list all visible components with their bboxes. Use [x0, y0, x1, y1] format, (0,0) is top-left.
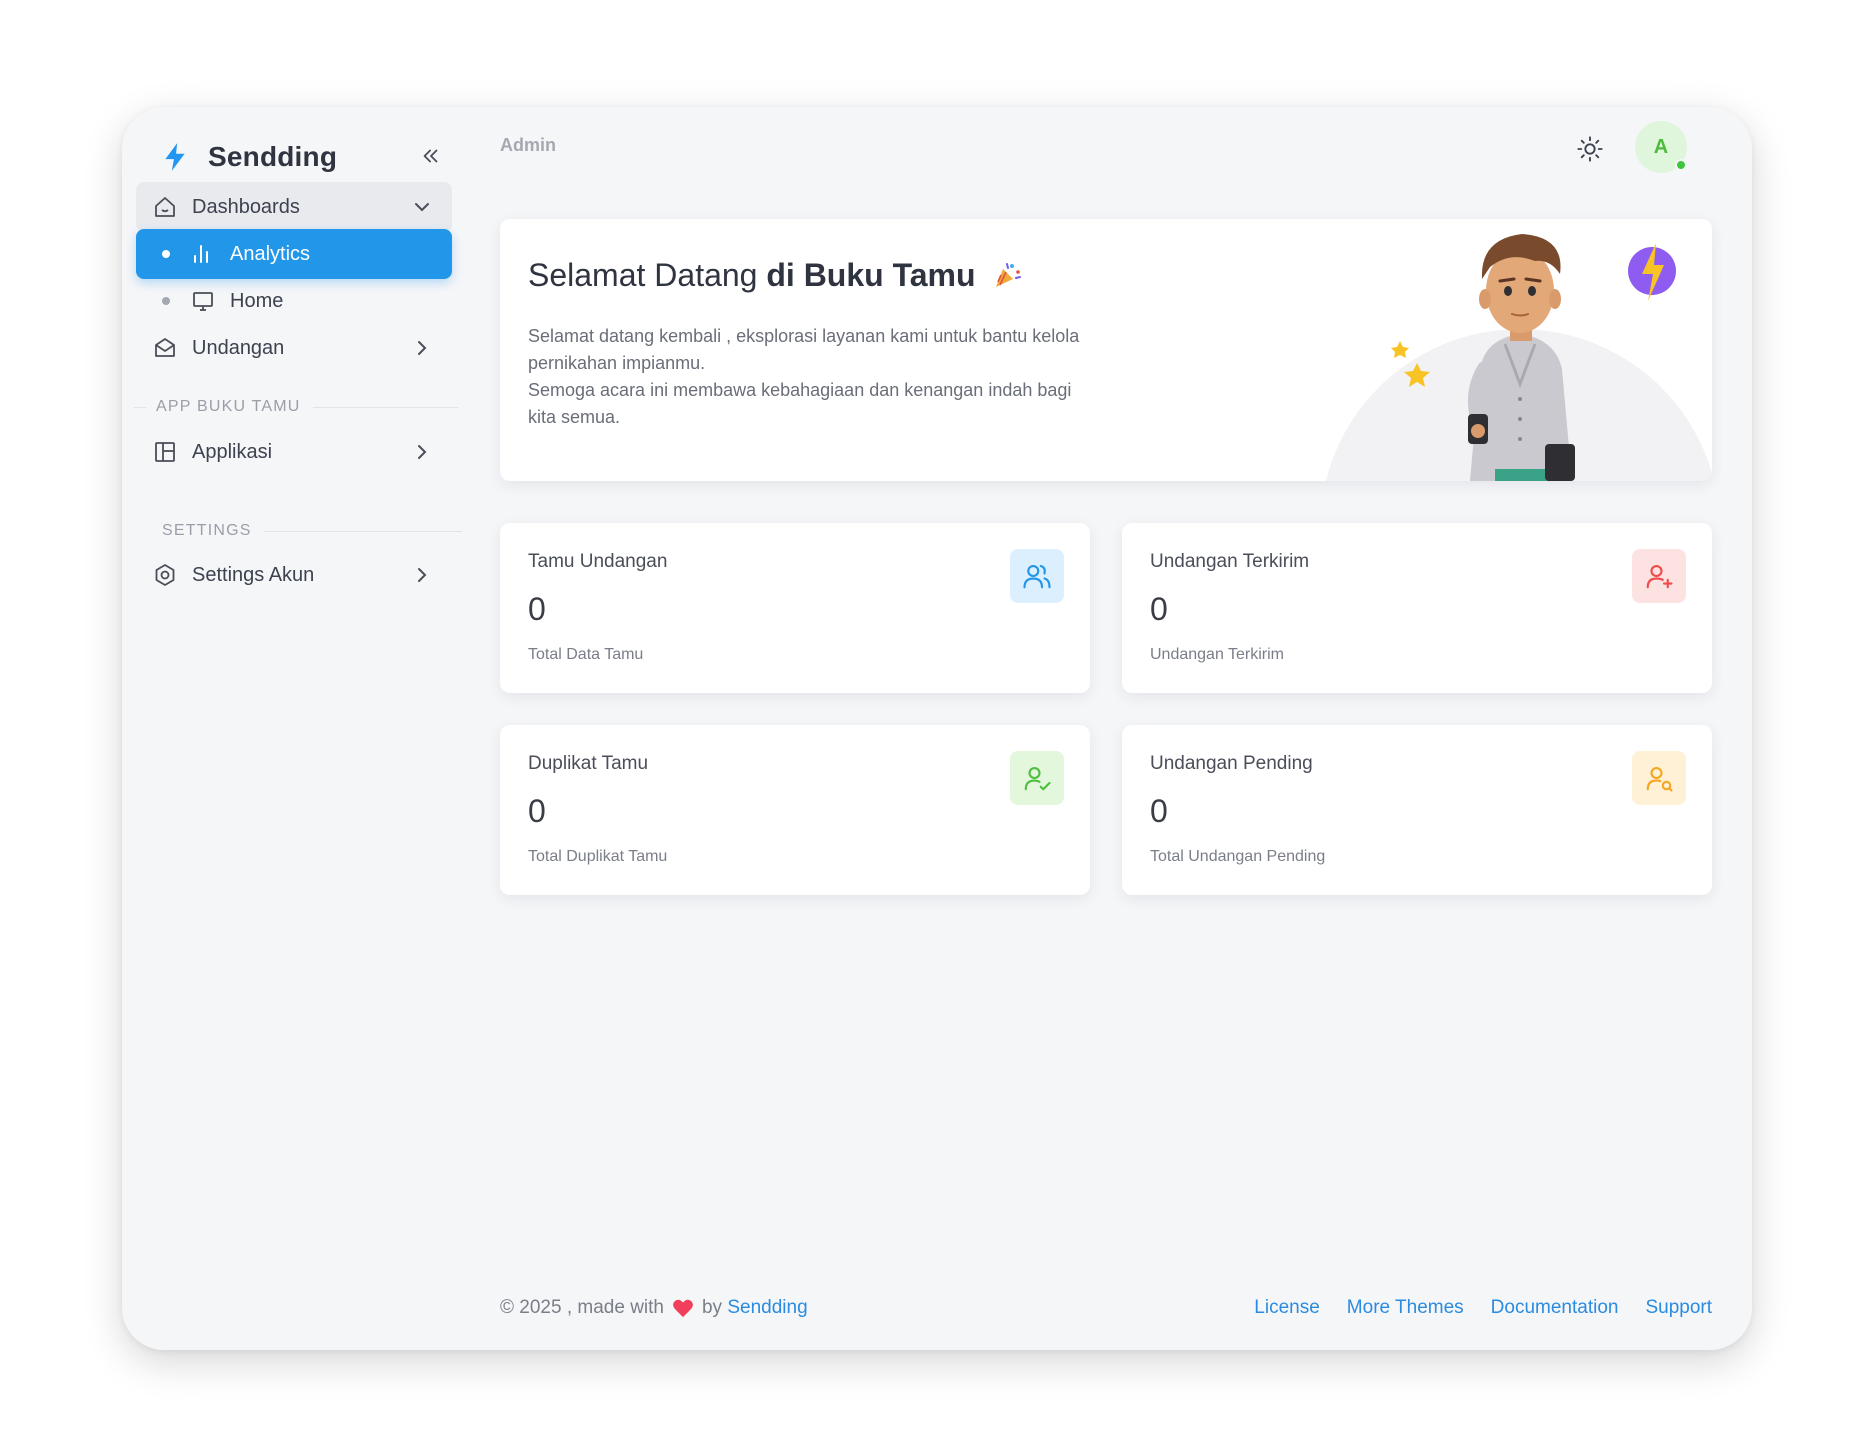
- chevrons-left-icon: [423, 149, 438, 163]
- stat-label: Undangan Pending: [1150, 753, 1313, 774]
- chevron-right-icon: [418, 341, 427, 355]
- brand-name: Sendding: [208, 141, 338, 172]
- stat-subtext: Total Undangan Pending: [1150, 848, 1326, 865]
- stat-value: 0: [1150, 793, 1168, 829]
- footer-link-documentation[interactable]: Documentation: [1491, 1297, 1619, 1319]
- welcome-text: Selamat datang kembali , eksplorasi laya…: [528, 323, 1088, 431]
- welcome-card: Selamat Datang di Buku Tamu Selamat data…: [500, 219, 1712, 481]
- chart-bars-icon: [190, 241, 216, 267]
- footer-by: by: [701, 1297, 723, 1318]
- welcome-title-bold: di Buku Tamu: [766, 257, 976, 293]
- settings-icon: [152, 562, 178, 588]
- character-illustration: [1325, 234, 1712, 481]
- nav-settings-label: Settings Akun: [192, 563, 315, 586]
- stat-value: 0: [528, 793, 546, 829]
- chevron-right-icon: [418, 445, 427, 459]
- stat-value: 0: [1150, 591, 1168, 627]
- stat-label: Duplikat Tamu: [528, 753, 649, 774]
- nav-home[interactable]: Home: [136, 276, 452, 326]
- chevron-down-icon: [415, 203, 429, 212]
- stat-card-duplikat-tamu: Duplikat Tamu 0 Total Duplikat Tamu: [500, 725, 1090, 895]
- stat-label: Tamu Undangan: [528, 551, 668, 572]
- stat-value: 0: [528, 591, 546, 627]
- nav-home-label: Home: [230, 289, 284, 312]
- user-search-icon: [1632, 751, 1686, 805]
- mail-open-icon: [152, 335, 178, 361]
- nav-dashboards-label: Dashboards: [192, 195, 300, 218]
- section-label-settings-text: SETTINGS: [162, 522, 252, 539]
- footer-link-license[interactable]: License: [1254, 1297, 1320, 1319]
- theme-toggle-button[interactable]: [1570, 129, 1610, 169]
- bullet-dot: [162, 297, 170, 305]
- monitor-icon: [190, 288, 216, 314]
- sun-icon: [1577, 136, 1603, 162]
- bolt-icon: [165, 143, 185, 171]
- nav-analytics[interactable]: Analytics: [136, 229, 452, 279]
- stat-subtext: Undangan Terkirim: [1150, 646, 1284, 663]
- divider: [312, 406, 458, 408]
- welcome-text-line2: Semoga acara ini membawa kebahagiaan dan…: [528, 380, 1072, 427]
- bullet-dot: [162, 250, 170, 258]
- footer: © 2025 , made with by Sendding License M…: [500, 1297, 1712, 1319]
- sidebar: Sendding Dashboards Analytics Home Undan…: [122, 107, 462, 1350]
- welcome-text-line1: Selamat datang kembali , eksplorasi laya…: [528, 326, 1080, 373]
- stat-card-undangan-terkirim: Undangan Terkirim 0 Undangan Terkirim: [1122, 523, 1712, 693]
- welcome-title: Selamat Datang di Buku Tamu: [528, 257, 1022, 294]
- user-plus-icon: [1632, 549, 1686, 603]
- stat-label: Undangan Terkirim: [1150, 551, 1310, 572]
- page-title: Admin: [500, 135, 556, 155]
- divider: [263, 530, 462, 532]
- collapse-sidebar-button[interactable]: [412, 137, 450, 175]
- nav-undangan[interactable]: Undangan: [136, 323, 452, 373]
- welcome-title-prefix: Selamat Datang: [528, 257, 767, 293]
- party-popper-icon: [996, 263, 1022, 287]
- nav-aplikasi-label: Applikasi: [192, 440, 273, 463]
- brand[interactable]: Sendding: [162, 127, 337, 187]
- app-window: Sendding Dashboards Analytics Home Undan…: [122, 107, 1752, 1350]
- section-label-app-text: APP BUKU TAMU: [156, 398, 301, 415]
- layout-icon: [152, 439, 178, 465]
- footer-link-more-themes[interactable]: More Themes: [1347, 1297, 1464, 1319]
- avatar-initial: A: [1653, 135, 1669, 158]
- nav-analytics-label: Analytics: [230, 242, 311, 265]
- nav-aplikasi[interactable]: Applikasi: [136, 427, 452, 477]
- stat-subtext: Total Data Tamu: [528, 646, 644, 663]
- footer-copyright: © 2025 , made with: [500, 1297, 664, 1318]
- nav-settings-akun[interactable]: Settings Akun: [136, 550, 452, 600]
- section-label-settings: SETTINGS: [162, 522, 462, 540]
- stat-card-tamu-undangan: Tamu Undangan 0 Total Data Tamu: [500, 523, 1090, 693]
- avatar[interactable]: A: [1635, 121, 1687, 173]
- nav-undangan-label: Undangan: [192, 336, 285, 359]
- nav-dashboards[interactable]: Dashboards: [136, 182, 452, 232]
- chevron-right-icon: [418, 568, 427, 582]
- users-icon: [1010, 549, 1064, 603]
- online-status-dot: [1675, 159, 1687, 171]
- section-label-app: APP BUKU TAMU: [134, 398, 458, 416]
- stat-card-undangan-pending: Undangan Pending 0 Total Undangan Pendin…: [1122, 725, 1712, 895]
- heart-icon: [673, 1299, 693, 1318]
- footer-link-support[interactable]: Support: [1645, 1297, 1712, 1319]
- home-smile-icon: [152, 194, 178, 220]
- divider: [134, 406, 146, 408]
- footer-brand-link[interactable]: Sendding: [727, 1297, 807, 1319]
- footer-links: License More Themes Documentation Suppor…: [1254, 1297, 1712, 1319]
- stat-subtext: Total Duplikat Tamu: [528, 848, 668, 865]
- user-check-icon: [1010, 751, 1064, 805]
